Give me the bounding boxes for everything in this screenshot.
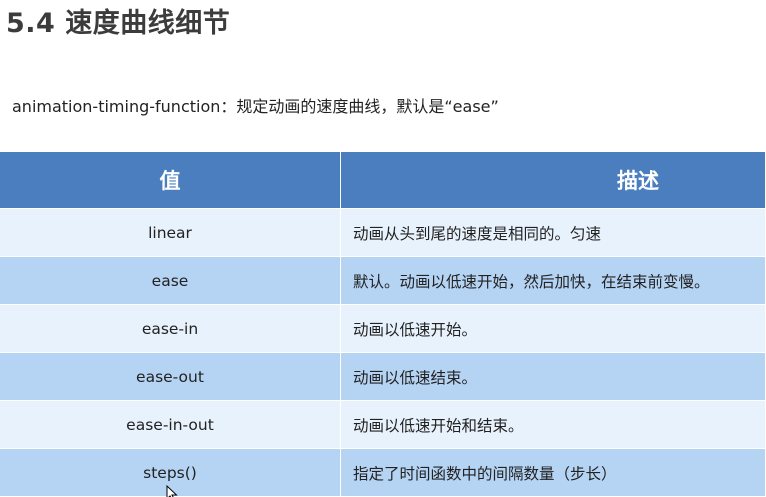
property-description: animation-timing-function：规定动画的速度曲线，默认是“… <box>12 97 499 116</box>
description-cell: 动画以低速开始和结束。 <box>340 400 766 449</box>
header-value: 值 <box>0 152 341 209</box>
value-cell: ease <box>0 256 341 305</box>
value-cell: ease-in <box>0 304 341 353</box>
mouse-pointer-icon <box>166 485 178 497</box>
table-row: steps() 指定了时间函数中的间隔数量（步长） <box>0 448 766 497</box>
description-cell: 指定了时间函数中的间隔数量（步长） <box>340 448 766 497</box>
page-title: 5.4 速度曲线细节 <box>6 8 231 39</box>
table-row: ease-in-out 动画以低速开始和结束。 <box>0 400 766 449</box>
value-cell: ease-out <box>0 352 341 401</box>
table-row: ease 默认。动画以低速开始，然后加快，在结束前变慢。 <box>0 256 766 305</box>
value-cell: ease-in-out <box>0 400 341 449</box>
table-row: linear 动画从头到尾的速度是相同的。匀速 <box>0 208 766 257</box>
description-cell: 动画以低速结束。 <box>340 352 766 401</box>
slide-page: 5.4 速度曲线细节 animation-timing-function：规定动… <box>0 0 766 497</box>
timing-function-table: 值 描述 linear 动画从头到尾的速度是相同的。匀速 ease 默认。动画以… <box>0 152 766 497</box>
table-row: ease-in 动画以低速开始。 <box>0 304 766 353</box>
description-cell: 默认。动画以低速开始，然后加快，在结束前变慢。 <box>340 256 766 305</box>
description-cell: 动画以低速开始。 <box>340 304 766 353</box>
description-cell: 动画从头到尾的速度是相同的。匀速 <box>340 208 766 257</box>
header-description: 描述 <box>340 152 766 209</box>
table-row: ease-out 动画以低速结束。 <box>0 352 766 401</box>
table-header-row: 值 描述 <box>0 152 766 209</box>
value-cell: linear <box>0 208 341 257</box>
